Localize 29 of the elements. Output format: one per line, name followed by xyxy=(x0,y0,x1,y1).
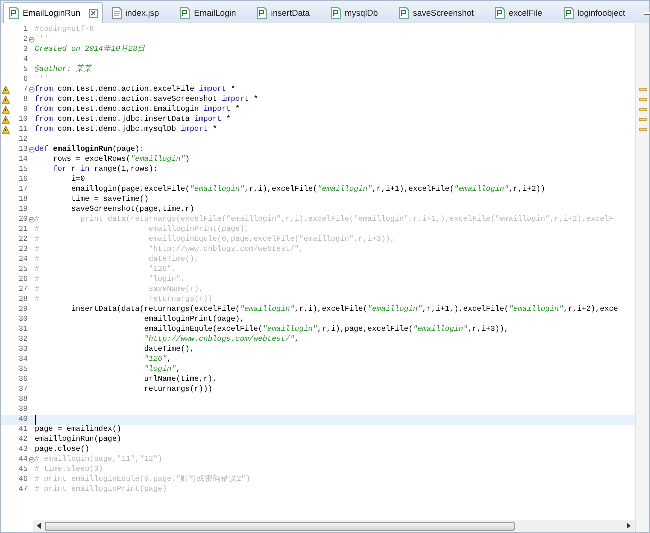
warning-marker[interactable] xyxy=(639,108,647,111)
collapse-icon[interactable] xyxy=(28,147,34,153)
editor-tab[interactable]: insertData xyxy=(254,3,328,23)
python-file-icon xyxy=(495,7,506,19)
python-file-icon xyxy=(257,7,268,19)
editor-tab[interactable]: saveScreenshot xyxy=(396,3,492,23)
editor-tab[interactable]: mysqlDb xyxy=(328,3,396,23)
horizontal-scrollbar-thumb[interactable] xyxy=(45,522,515,530)
warning-marker[interactable] xyxy=(639,88,647,91)
text-cursor xyxy=(35,415,36,425)
python-file-icon xyxy=(9,7,19,19)
collapse-icon[interactable] xyxy=(28,457,34,463)
editor-tab[interactable]: EmailLogin xyxy=(177,3,254,23)
collapse-icon[interactable] xyxy=(28,217,34,223)
warning-marker[interactable] xyxy=(639,118,647,121)
editor-tab[interactable]: excelFile xyxy=(492,3,561,23)
python-file-icon xyxy=(331,7,342,19)
warning-marker[interactable] xyxy=(639,128,647,131)
python-file-icon xyxy=(180,7,190,19)
collapse-icon[interactable] xyxy=(28,37,34,43)
python-file-icon xyxy=(399,7,410,19)
collapse-icon[interactable] xyxy=(28,87,34,93)
editor-tab[interactable]: loginfoobject xyxy=(560,3,644,23)
close-icon[interactable] xyxy=(88,8,98,18)
editor-tab[interactable]: index.jsp xyxy=(108,3,178,23)
editor-tab[interactable]: EmailLoginRun xyxy=(3,2,103,23)
warning-marker[interactable] xyxy=(639,98,647,101)
file-icon xyxy=(112,7,122,19)
python-file-icon xyxy=(564,7,574,19)
